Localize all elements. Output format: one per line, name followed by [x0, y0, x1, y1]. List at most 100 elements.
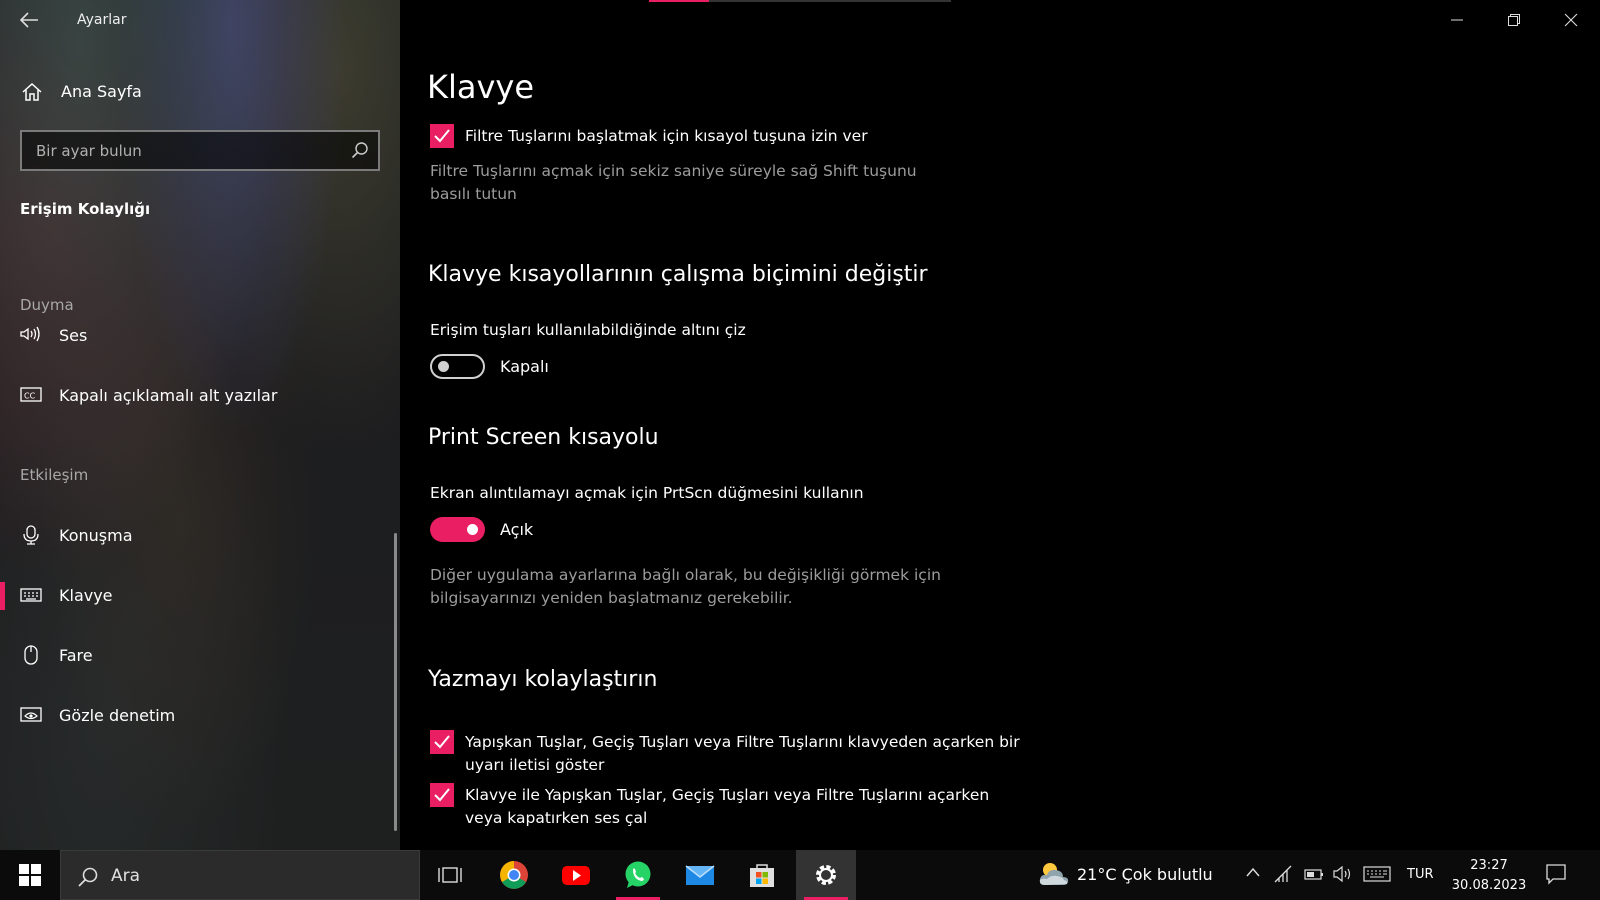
taskbar-whatsapp[interactable] — [608, 850, 668, 900]
checkbox-label: Filtre Tuşlarını başlatmak için kısayol … — [465, 127, 868, 145]
play-sound-checkbox[interactable] — [430, 783, 454, 807]
shortcuts-section-title: Klavye kısayollarının çalışma biçimini d… — [428, 262, 928, 287]
taskbar-mail[interactable] — [670, 850, 730, 900]
clock[interactable]: 23:27 30.08.2023 — [1450, 856, 1528, 896]
network-icon[interactable] — [1274, 865, 1292, 883]
search-icon[interactable] — [351, 141, 369, 159]
toggle-knob — [467, 524, 478, 535]
input-language[interactable]: TUR — [1407, 867, 1434, 882]
typing-section-title: Yazmayı kolaylaştırın — [428, 667, 658, 692]
home-label: Ana Sayfa — [61, 82, 142, 101]
underline-access-keys-state: Kapalı — [500, 357, 549, 376]
sidebar-item-label: Ses — [59, 326, 88, 345]
sidebar-item-label: Kapalı açıklamalı alt yazılar — [59, 386, 278, 405]
underline-access-keys-label: Erişim tuşları kullanılabildiğinde altın… — [430, 321, 746, 339]
whatsapp-icon — [625, 861, 651, 888]
mouse-icon — [24, 645, 38, 665]
checkmark-icon — [434, 735, 450, 749]
windows-logo-icon — [19, 864, 41, 886]
settings-icon — [816, 865, 836, 885]
sidebar-scrollbar[interactable] — [394, 533, 397, 831]
checkmark-icon — [434, 129, 450, 143]
main-content: Klavye Filtre Tuşlarını başlatmak için k… — [400, 0, 1600, 850]
svg-text:CC: CC — [24, 392, 36, 401]
print-screen-state: Açık — [500, 520, 534, 539]
section-title: Erişim Kolaylığı — [20, 200, 151, 218]
print-screen-description: Diğer uygulama ayarlarına bağlı olarak, … — [430, 566, 941, 607]
store-icon — [750, 864, 774, 887]
clock-date: 30.08.2023 — [1451, 878, 1527, 893]
checkmark-icon — [434, 788, 450, 802]
loading-indicator — [649, 0, 951, 2]
minimize-button[interactable] — [1429, 0, 1486, 40]
checkbox-label: Klavye ile Yapışkan Tuşlar, Geçiş Tuşlar… — [465, 786, 990, 827]
speaker-icon — [20, 326, 40, 342]
window-controls — [1429, 0, 1600, 40]
taskbar-search[interactable]: Ara — [60, 850, 420, 900]
search-icon — [78, 867, 98, 887]
taskbar-store[interactable] — [732, 850, 792, 900]
toggle-knob — [438, 361, 449, 372]
mail-icon — [685, 865, 715, 885]
task-view-button[interactable] — [420, 850, 480, 900]
taskbar-search-placeholder: Ara — [111, 866, 141, 886]
back-button[interactable] — [18, 10, 40, 30]
sidebar-item-label: Gözle denetim — [59, 706, 176, 725]
weather-text: 21°C Çok bulutlu — [1077, 865, 1213, 884]
eye-control-icon — [20, 707, 42, 722]
battery-icon[interactable] — [1304, 865, 1324, 883]
start-button[interactable] — [0, 850, 58, 900]
microphone-icon — [23, 525, 39, 545]
touch-keyboard-icon[interactable] — [1363, 865, 1391, 883]
play-sound-option[interactable]: Klavye ile Yapışkan Tuşlar, Geçiş Tuşlar… — [430, 783, 1000, 831]
filter-keys-description: Filtre Tuşlarını açmak için sekiz saniye… — [430, 162, 917, 203]
filter-keys-shortcut-checkbox[interactable] — [430, 124, 454, 148]
taskbar-youtube[interactable] — [546, 850, 606, 900]
minimize-icon — [1451, 19, 1463, 21]
warning-message-option[interactable]: Yapışkan Tuşlar, Geçiş Tuşları veya Filt… — [430, 730, 1020, 778]
notification-center-icon[interactable] — [1545, 863, 1567, 885]
sidebar: Ayarlar Ana Sayfa Erişim Kolaylığı Duyma… — [0, 0, 400, 850]
sidebar-item-eye-control[interactable]: Gözle denetim — [0, 694, 396, 738]
settings-search-box[interactable] — [20, 130, 380, 171]
sidebar-item-label: Konuşma — [59, 526, 133, 545]
warning-message-checkbox[interactable] — [430, 730, 454, 754]
close-icon — [1564, 13, 1578, 27]
sidebar-item-keyboard[interactable]: Klavye — [0, 574, 396, 618]
settings-search-input[interactable] — [22, 132, 342, 169]
group-label-interaction: Etkileşim — [20, 466, 89, 484]
keyboard-icon — [20, 588, 42, 602]
volume-icon[interactable] — [1333, 865, 1353, 883]
taskbar-settings[interactable] — [796, 850, 856, 900]
chevron-up-icon[interactable] — [1245, 865, 1261, 881]
print-screen-toggle[interactable] — [430, 517, 485, 542]
chrome-icon — [500, 861, 528, 889]
sidebar-item-mouse[interactable]: Fare — [0, 634, 396, 678]
print-screen-label: Ekran alıntılamayı açmak için PrtScn düğ… — [430, 484, 864, 502]
group-label-hearing: Duyma — [20, 296, 74, 314]
restore-button[interactable] — [1486, 0, 1543, 40]
home-icon — [22, 82, 42, 101]
weather-widget[interactable]: 21°C Çok bulutlu — [1034, 850, 1219, 900]
underline-access-keys-toggle[interactable] — [430, 354, 485, 379]
taskbar-chrome[interactable] — [484, 850, 544, 900]
closed-captions-icon: CC — [20, 387, 42, 402]
checkbox-label: Yapışkan Tuşlar, Geçiş Tuşları veya Filt… — [465, 733, 1020, 774]
partly-cloudy-icon — [1039, 863, 1069, 885]
home-nav-item[interactable]: Ana Sayfa — [0, 72, 400, 112]
task-view-icon — [438, 867, 462, 883]
sidebar-item-label: Fare — [59, 646, 93, 665]
sidebar-item-closed-captions[interactable]: CC Kapalı açıklamalı alt yazılar — [0, 374, 396, 418]
taskbar: Ara 21°C Çok bulutlu TUR 23:27 30.08.202… — [0, 850, 1600, 900]
title-bar: Ayarlar — [0, 0, 400, 40]
close-button[interactable] — [1543, 0, 1600, 40]
page-title: Klavye — [427, 68, 535, 106]
print-screen-section-title: Print Screen kısayolu — [428, 425, 659, 450]
app-title: Ayarlar — [77, 12, 127, 28]
sidebar-item-audio[interactable]: Ses — [0, 314, 396, 358]
sidebar-item-speech[interactable]: Konuşma — [0, 514, 396, 558]
restore-icon — [1508, 14, 1520, 26]
sidebar-item-label: Klavye — [59, 586, 113, 605]
filter-keys-shortcut-option[interactable]: Filtre Tuşlarını başlatmak için kısayol … — [430, 124, 1000, 150]
youtube-icon — [562, 866, 590, 885]
